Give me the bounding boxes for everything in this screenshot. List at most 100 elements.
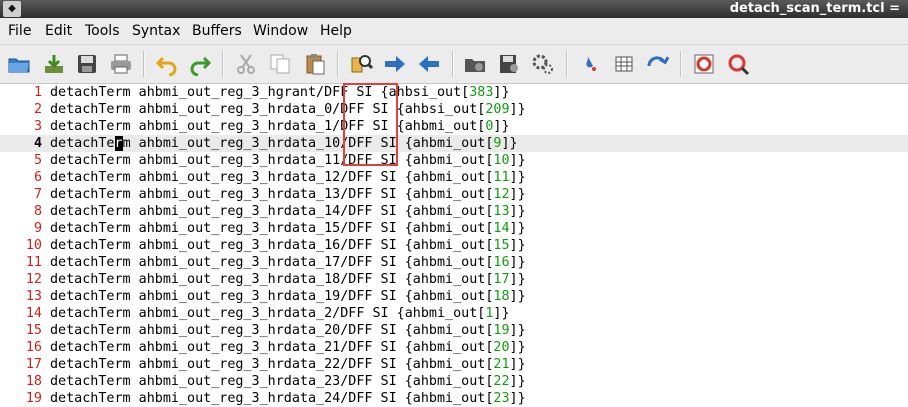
menu-tools[interactable]: Tools bbox=[85, 23, 120, 39]
code-line[interactable]: 3 detachTerm ahbmi_out_reg_3_hrdata_1/DFF… bbox=[0, 118, 908, 135]
number-literal: 20 bbox=[493, 340, 510, 355]
table-icon[interactable] bbox=[612, 52, 636, 76]
code-line[interactable]: 13 detachTerm ahbmi_out_reg_3_hrdata_19/D… bbox=[0, 288, 908, 305]
code-text: detachTerm ahbmi_out_reg_3_hrdata_2/DFF … bbox=[50, 305, 510, 322]
menu-buffers[interactable]: Buffers bbox=[192, 23, 242, 39]
number-literal: 15 bbox=[493, 238, 510, 253]
code-text: detachTerm ahbmi_out_reg_3_hrdata_22/DFF… bbox=[50, 356, 526, 373]
code-suffix: ]} bbox=[509, 153, 526, 168]
code-suffix: ]} bbox=[493, 306, 510, 321]
number-literal: 16 bbox=[493, 255, 510, 270]
code-text: detachTerm ahbmi_out_reg_3_hrdata_10/DFF… bbox=[50, 135, 518, 152]
gvim-icon[interactable]: ◆ bbox=[3, 1, 21, 17]
menu-file[interactable]: File bbox=[8, 23, 31, 39]
code-prefix: detachTerm ahbmi_out_reg_3_hrdata_21/DFF… bbox=[50, 340, 494, 355]
find-help-icon[interactable] bbox=[726, 52, 750, 76]
jump-tag-icon[interactable] bbox=[645, 52, 669, 76]
code-line[interactable]: 7 detachTerm ahbmi_out_reg_3_hrdata_13/DF… bbox=[0, 186, 908, 203]
open-folder-icon[interactable] bbox=[7, 52, 31, 76]
line-number: 12 bbox=[25, 272, 42, 287]
code-line[interactable]: 6 detachTerm ahbmi_out_reg_3_hrdata_12/DF… bbox=[0, 169, 908, 186]
help-icon[interactable] bbox=[692, 52, 716, 76]
code-text: detachTerm ahbmi_out_reg_3_hrdata_14/DFF… bbox=[50, 203, 526, 220]
code-line[interactable]: 11 detachTerm ahbmi_out_reg_3_hrdata_17/D… bbox=[0, 254, 908, 271]
line-number: 1 bbox=[33, 85, 42, 100]
code-suffix: ]} bbox=[509, 289, 526, 304]
line-number: 16 bbox=[25, 340, 42, 355]
run-script-icon[interactable] bbox=[531, 52, 555, 76]
code-text: detachTerm ahbmi_out_reg_3_hrdata_21/DFF… bbox=[50, 339, 526, 356]
code-line[interactable]: 19 detachTerm ahbmi_out_reg_3_hrdata_24/D… bbox=[0, 390, 908, 407]
code-text: detachTerm ahbmi_out_reg_3_hrdata_24/DFF… bbox=[50, 390, 526, 407]
back-arrow-icon[interactable] bbox=[417, 52, 441, 76]
code-prefix: detachTerm ahbmi_out_reg_3_hrdata_14/DFF… bbox=[50, 204, 494, 219]
code-suffix: ]} bbox=[509, 170, 526, 185]
print-icon[interactable] bbox=[109, 52, 133, 76]
menu-syntax[interactable]: Syntax bbox=[132, 23, 180, 39]
code-suffix: ]} bbox=[509, 102, 526, 117]
code-line[interactable]: 10 detachTerm ahbmi_out_reg_3_hrdata_16/D… bbox=[0, 237, 908, 254]
code-prefix: detachTerm ahbmi_out_reg_3_hrdata_13/DFF… bbox=[50, 187, 494, 202]
save-disk-icon[interactable] bbox=[75, 52, 99, 76]
line-number: 10 bbox=[25, 238, 42, 253]
window-titlebar: ◆ detach_scan_term.tcl = bbox=[0, 0, 908, 18]
code-prefix: detachTerm ahbmi_out_reg_3_hrdata_11/DFF… bbox=[50, 153, 494, 168]
number-literal: 14 bbox=[493, 221, 510, 236]
code-line[interactable]: 14 detachTerm ahbmi_out_reg_3_hrdata_2/DF… bbox=[0, 305, 908, 322]
code-suffix: ]} bbox=[509, 357, 526, 372]
menu-window[interactable]: Window bbox=[253, 23, 308, 39]
find-replace-icon[interactable] bbox=[349, 52, 373, 76]
menu-edit[interactable]: Edit bbox=[45, 23, 72, 39]
code-suffix: ]} bbox=[509, 374, 526, 389]
text-cursor: r bbox=[114, 136, 123, 151]
code-line[interactable]: 9 detachTerm ahbmi_out_reg_3_hrdata_15/DF… bbox=[0, 220, 908, 237]
paste-icon[interactable] bbox=[303, 52, 327, 76]
undo-icon[interactable] bbox=[155, 52, 179, 76]
copy-icon[interactable] bbox=[268, 52, 292, 76]
code-line[interactable]: 15 detachTerm ahbmi_out_reg_3_hrdata_20/D… bbox=[0, 322, 908, 339]
text-editor[interactable]: 1 detachTerm ahbmi_out_reg_3_hgrant/DFF S… bbox=[0, 84, 908, 407]
line-number: 11 bbox=[25, 255, 42, 270]
save-download-icon[interactable] bbox=[42, 52, 66, 76]
code-line[interactable]: 18 detachTerm ahbmi_out_reg_3_hrdata_23/D… bbox=[0, 373, 908, 390]
code-suffix: ]} bbox=[509, 391, 526, 406]
menu-bar: File Edit Tools Syntax Buffers Window He… bbox=[0, 18, 908, 45]
code-prefix: detachTerm ahbmi_out_reg_3_hrdata_22/DFF… bbox=[50, 357, 494, 372]
code-line[interactable]: 5 detachTerm ahbmi_out_reg_3_hrdata_11/DF… bbox=[0, 152, 908, 169]
code-suffix: ]} bbox=[509, 187, 526, 202]
code-line[interactable]: 12 detachTerm ahbmi_out_reg_3_hrdata_18/D… bbox=[0, 271, 908, 288]
line-number: 14 bbox=[25, 306, 42, 321]
code-text: detachTerm ahbmi_out_reg_3_hrdata_16/DFF… bbox=[50, 237, 526, 254]
forward-arrow-icon[interactable] bbox=[383, 52, 407, 76]
code-text: detachTerm ahbmi_out_reg_3_hrdata_20/DFF… bbox=[50, 322, 526, 339]
code-prefix: detachTerm ahbmi_out_reg_3_hrdata_20/DFF… bbox=[50, 323, 494, 338]
line-number: 4 bbox=[33, 136, 42, 151]
make-icon[interactable] bbox=[578, 52, 602, 76]
code-suffix: ]} bbox=[509, 238, 526, 253]
menu-help[interactable]: Help bbox=[320, 23, 352, 39]
code-prefix: detachTerm ahbmi_out_reg_3_hrdata_19/DFF… bbox=[50, 289, 494, 304]
number-literal: 17 bbox=[493, 272, 510, 287]
code-line[interactable]: 4 detachTerm ahbmi_out_reg_3_hrdata_10/DF… bbox=[0, 135, 908, 152]
code-suffix: ]} bbox=[509, 204, 526, 219]
load-session-icon[interactable] bbox=[463, 52, 487, 76]
code-text: detachTerm ahbmi_out_reg_3_hrdata_12/DFF… bbox=[50, 169, 526, 186]
number-literal: 209 bbox=[485, 102, 510, 117]
code-line[interactable]: 8 detachTerm ahbmi_out_reg_3_hrdata_14/DF… bbox=[0, 203, 908, 220]
code-prefix: detachTerm ahbmi_out_reg_3_hrdata_16/DFF… bbox=[50, 238, 494, 253]
save-session-icon[interactable] bbox=[497, 52, 521, 76]
number-literal: 21 bbox=[493, 357, 510, 372]
toolbar bbox=[0, 45, 908, 84]
redo-icon[interactable] bbox=[188, 52, 212, 76]
code-suffix: ]} bbox=[509, 340, 526, 355]
cut-icon[interactable] bbox=[234, 52, 258, 76]
code-text: detachTerm ahbmi_out_reg_3_hrdata_1/DFF … bbox=[50, 118, 510, 135]
code-prefix: detachTerm ahbmi_out_reg_3_hgrant/DFF SI… bbox=[50, 85, 470, 100]
code-line[interactable]: 1 detachTerm ahbmi_out_reg_3_hgrant/DFF S… bbox=[0, 84, 908, 101]
code-suffix: ]} bbox=[509, 272, 526, 287]
code-line[interactable]: 16 detachTerm ahbmi_out_reg_3_hrdata_21/D… bbox=[0, 339, 908, 356]
number-literal: 23 bbox=[493, 391, 510, 406]
number-literal: 12 bbox=[493, 187, 510, 202]
code-line[interactable]: 17 detachTerm ahbmi_out_reg_3_hrdata_22/D… bbox=[0, 356, 908, 373]
code-line[interactable]: 2 detachTerm ahbmi_out_reg_3_hrdata_0/DFF… bbox=[0, 101, 908, 118]
